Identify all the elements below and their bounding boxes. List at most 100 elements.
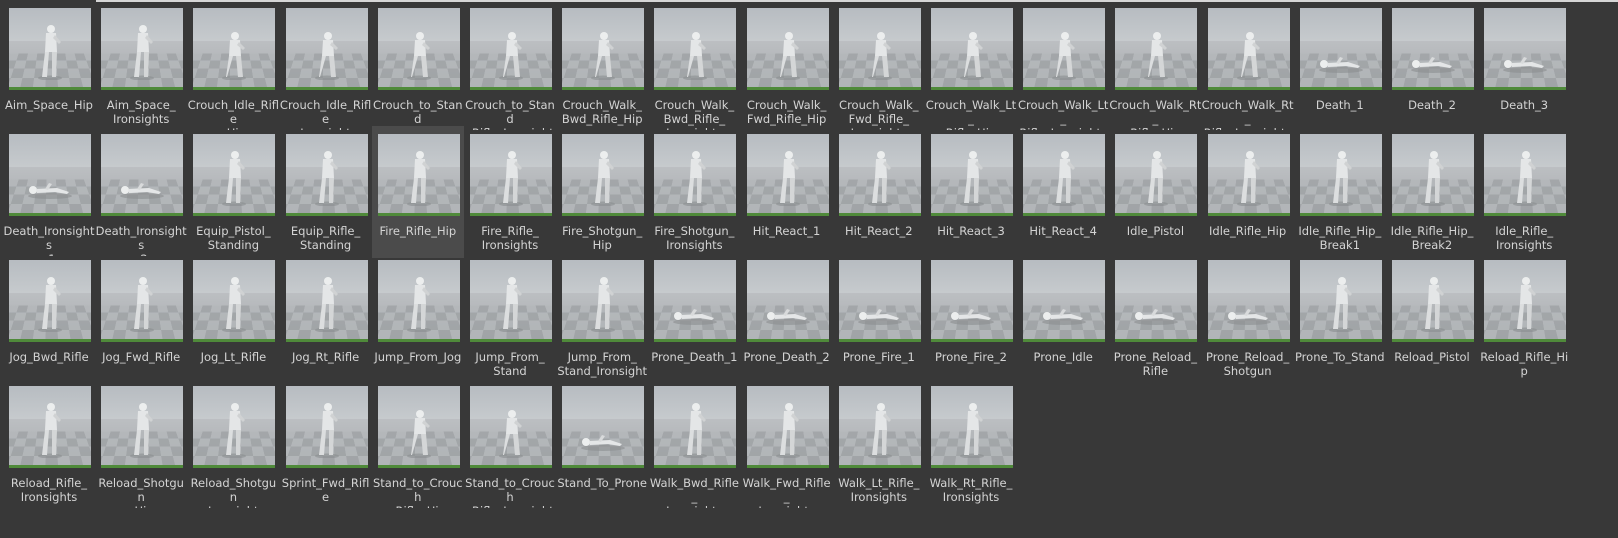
asset-tile[interactable]: Walk_Lt_Rifle_ Ironsights	[833, 386, 925, 510]
asset-tile[interactable]: Aim_Space_ Ironsights	[95, 8, 187, 132]
animation-thumbnail	[101, 386, 184, 468]
asset-tile[interactable]: Stand_to_Crouch_Rifle_Hip	[372, 386, 464, 510]
asset-tile[interactable]: Crouch_to_Stand_Rifle_Ironsights	[464, 8, 556, 132]
animation-thumbnail	[1299, 8, 1382, 90]
thumbnail-baseline	[101, 339, 184, 342]
asset-tile[interactable]: Hit_React_4	[1017, 134, 1109, 258]
asset-tile[interactable]: Jog_Bwd_Rifle	[3, 260, 95, 384]
asset-tile[interactable]: Jog_Rt_Rifle	[280, 260, 372, 384]
animation-thumbnail	[285, 134, 368, 216]
asset-tile[interactable]: Aim_Space_Hip	[3, 8, 95, 132]
asset-tile[interactable]: Prone_Death_1	[648, 260, 740, 384]
character-icon	[775, 32, 800, 80]
animation-thumbnail	[562, 134, 645, 216]
asset-tile[interactable]: Hit_React_1	[741, 134, 833, 258]
thumbnail-baseline	[1392, 87, 1474, 90]
asset-tile[interactable]: Prone_Reload_ Rifle	[1109, 260, 1201, 384]
asset-tile[interactable]: Crouch_to_Stand_Rifle_Hip	[372, 8, 464, 132]
asset-tile[interactable]: Death_1	[1294, 8, 1386, 132]
asset-name-label: Jog_Bwd_Rifle	[9, 350, 89, 364]
asset-tile[interactable]: Crouch_Walk_Lt_Rifle_Hip	[925, 8, 1017, 132]
thumbnail-baseline	[101, 213, 184, 216]
asset-tile[interactable]: Idle_Rifle_Hip_ Break1	[1294, 134, 1386, 258]
asset-tile[interactable]: Walk_Rt_Rifle_ Ironsights	[925, 386, 1017, 510]
asset-tile[interactable]: Crouch_Walk_Bwd_Rifle_Ironsights	[648, 8, 740, 132]
character-icon	[120, 183, 165, 199]
character-icon	[314, 403, 339, 458]
asset-tile[interactable]: Crouch_Walk_Fwd_Rifle_Ironsights	[833, 8, 925, 132]
asset-tile[interactable]: Prone_Fire_2	[925, 260, 1017, 384]
asset-tile[interactable]: Jog_Fwd_Rifle	[95, 260, 187, 384]
animation-thumbnail	[746, 260, 829, 342]
asset-tile[interactable]: Crouch_Walk_ Fwd_Rifle_Hip	[741, 8, 833, 132]
asset-tile[interactable]: Prone_Fire_1	[833, 260, 925, 384]
asset-row: Reload_Rifle_Ironsights Reload_Shotgun_Hi…	[0, 386, 1618, 512]
asset-tile[interactable]: Fire_Shotgun_ Hip	[556, 134, 648, 258]
asset-tile[interactable]: Reload_Rifle_ Ironsights	[3, 386, 95, 510]
asset-tile[interactable]: Equip_Pistol_ Standing	[187, 134, 279, 258]
content-browser-top-strip	[96, 0, 1618, 2]
asset-name-label: Crouch_Idle_Rifle_Ironsights	[279, 98, 372, 130]
asset-tile[interactable]: Idle_Rifle_Hip	[1202, 134, 1294, 258]
asset-tile[interactable]: Crouch_Walk_ Bwd_Rifle_Hip	[556, 8, 648, 132]
character-icon	[499, 32, 523, 80]
asset-tile[interactable]: Stand_To_Prone	[556, 386, 648, 510]
thumbnail-baseline	[1299, 87, 1382, 90]
animation-thumbnail	[562, 260, 645, 342]
asset-tile[interactable]: Reload_Shotgun_Hip	[95, 386, 187, 510]
asset-tile[interactable]: Reload_Shotgun_Ironsights	[187, 386, 279, 510]
asset-tile[interactable]: Hit_React_3	[925, 134, 1017, 258]
thumbnail-baseline	[654, 87, 737, 90]
character-icon	[1503, 57, 1548, 73]
asset-name-label: Crouch_Walk_Rt_Rifle_Ironsights	[1201, 98, 1294, 130]
asset-tile[interactable]: Idle_Rifle_Hip_ Break2	[1386, 134, 1478, 258]
asset-tile[interactable]: Prone_Idle	[1017, 260, 1109, 384]
asset-tile[interactable]: Prone_Reload_ Shotgun	[1202, 260, 1294, 384]
asset-row: Death_Ironsights_1Death_Ironsights_2 Equi…	[0, 126, 1618, 260]
asset-tile[interactable]: Prone_Death_2	[741, 260, 833, 384]
thumbnail-baseline	[746, 339, 829, 342]
asset-tile[interactable]: Idle_Rifle_ Ironsights	[1478, 134, 1570, 258]
asset-tile[interactable]: Crouch_Idle_Rifle_Hip	[187, 8, 279, 132]
asset-tile[interactable]: Death_Ironsights_2	[95, 134, 187, 258]
asset-tile[interactable]: Walk_Bwd_Rifle_Ironsights	[648, 386, 740, 510]
asset-tile[interactable]: Prone_To_Stand	[1294, 260, 1386, 384]
asset-tile[interactable]: Sprint_Fwd_Rifle	[280, 386, 372, 510]
asset-tile[interactable]: Jump_From_Stand_Ironsights	[556, 260, 648, 384]
thumbnail-baseline	[1207, 213, 1290, 216]
asset-tile[interactable]: Fire_Rifle_ Ironsights	[464, 134, 556, 258]
animation-thumbnail	[1115, 8, 1198, 90]
asset-tile[interactable]: Death_3	[1478, 8, 1570, 132]
asset-name-label: Jog_Rt_Rifle	[291, 350, 360, 364]
asset-tile[interactable]: Reload_Pistol	[1386, 260, 1478, 384]
character-icon	[314, 277, 339, 332]
asset-tile[interactable]: Fire_Rifle_Hip	[371, 126, 464, 258]
asset-tile[interactable]: Crouch_Walk_Lt_Rifle_Ironsights	[1017, 8, 1109, 132]
asset-tile[interactable]: Hit_React_2	[833, 134, 925, 258]
asset-tile[interactable]: Death_2	[1386, 8, 1478, 132]
asset-tile[interactable]: Walk_Fwd_Rifle_Ironsights	[741, 386, 833, 510]
asset-tile[interactable]: Jog_Lt_Rifle	[187, 260, 279, 384]
asset-tile[interactable]: Death_Ironsights_1	[3, 134, 95, 258]
asset-tile[interactable]: Crouch_Idle_Rifle_Ironsights	[280, 8, 372, 132]
animation-thumbnail	[838, 386, 921, 468]
asset-tile[interactable]: Crouch_Walk_Rt_Rifle_Ironsights	[1202, 8, 1294, 132]
thumbnail-baseline	[377, 213, 460, 216]
asset-name-label: Walk_Rt_Rifle_ Ironsights	[929, 476, 1013, 504]
asset-name-label: Aim_Space_Hip	[5, 98, 93, 112]
character-icon	[857, 309, 902, 325]
asset-tile[interactable]: Reload_Rifle_Hip	[1478, 260, 1570, 384]
asset-name-label: Fire_Rifle_Hip	[379, 224, 457, 238]
asset-tile[interactable]: Fire_Shotgun_ Ironsights	[648, 134, 740, 258]
asset-name-label: Hit_React_4	[1029, 224, 1097, 238]
asset-tile[interactable]: Crouch_Walk_Rt_Rifle_Hip	[1109, 8, 1201, 132]
asset-name-label: Hit_React_1	[752, 224, 821, 238]
thumbnail-baseline	[931, 465, 1013, 468]
asset-tile[interactable]: Stand_to_Crouch_Rifle_Ironsights	[464, 386, 556, 510]
asset-name-label: Prone_Reload_ Rifle	[1113, 350, 1198, 378]
asset-tile[interactable]: Jump_From_ Stand	[464, 260, 556, 384]
asset-tile[interactable]: Jump_From_Jog	[372, 260, 464, 384]
asset-tile[interactable]: Idle_Pistol	[1109, 134, 1201, 258]
thumbnail-baseline	[654, 465, 737, 468]
asset-tile[interactable]: Equip_Rifle_ Standing	[280, 134, 372, 258]
